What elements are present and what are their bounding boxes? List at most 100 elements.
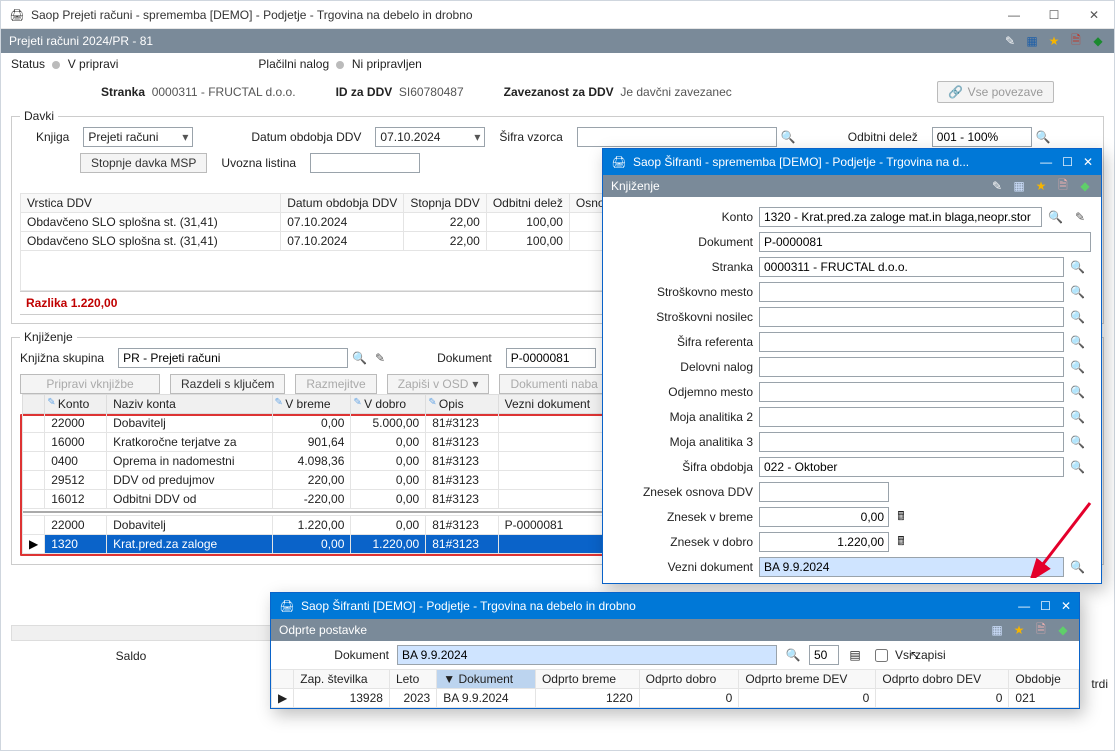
pagesize-input[interactable] (809, 645, 839, 665)
zb-input[interactable] (759, 507, 889, 527)
col-opis[interactable]: ✎ Opis (426, 395, 498, 414)
maximize-button[interactable]: ☐ (1040, 599, 1051, 613)
spinner-icon[interactable]: ▤ (847, 647, 863, 663)
tax-row[interactable]: Obdavčeno SLO splošna st. (31,41) 07.10.… (21, 232, 620, 251)
all-records-toggle[interactable]: Vsi zapisi ↖ (871, 646, 960, 665)
search-icon[interactable]: 🔍 (1064, 410, 1091, 424)
minimize-button[interactable]: — (1002, 8, 1026, 22)
group-lookup[interactable]: 🔍 ✎ (118, 348, 389, 368)
delete-doc-icon[interactable]: 🗎 (1033, 622, 1049, 638)
dokument-input[interactable] (759, 232, 1091, 252)
col-breme[interactable]: ✎ V breme (272, 395, 351, 414)
zd-input[interactable] (759, 532, 889, 552)
edit-icon[interactable]: ✎ (371, 351, 389, 365)
calculator-icon[interactable]: 🖩 (893, 534, 909, 550)
grid-icon[interactable]: ▦ (989, 622, 1005, 638)
alloc-button[interactable]: Razmejitve (295, 374, 376, 394)
dn-input[interactable] (759, 357, 1064, 377)
col-period[interactable]: Datum obdobja DDV (281, 194, 404, 213)
search-icon[interactable]: 🔍 (1032, 130, 1055, 144)
msp-rates-button[interactable]: Stopnje davka MSP (80, 153, 207, 173)
search-icon[interactable]: 🔍 (1064, 310, 1091, 324)
doc-input[interactable] (506, 348, 596, 368)
sm-input[interactable] (759, 282, 1064, 302)
search-icon[interactable]: 🔍 (1064, 385, 1091, 399)
ledger-row[interactable]: 22000Dobavitelj0,005.000,0081#3123 (23, 414, 618, 433)
col-ob[interactable]: Odprto breme (535, 670, 639, 689)
calculator-icon[interactable]: 🖩 (893, 509, 909, 525)
help-icon[interactable]: ◆ (1090, 33, 1106, 49)
col-rate[interactable]: Stopnja DDV (404, 194, 486, 213)
col-per[interactable]: Obdobje (1009, 670, 1079, 689)
col-dok[interactable]: ▼ Dokument (437, 670, 536, 689)
edit-icon[interactable]: ✎ (989, 178, 1005, 194)
ledger-row[interactable]: 22000Dobavitelj1.220,000,0081#3123P-0000… (23, 516, 618, 535)
open-items-grid[interactable]: Zap. številka Leto ▼ Dokument Odprto bre… (271, 669, 1079, 708)
col-dobro[interactable]: ✎ V dobro (351, 395, 426, 414)
search-icon[interactable]: 🔍 (1064, 435, 1091, 449)
period-combo[interactable]: 07.10.2024▾ (375, 127, 485, 147)
search-icon[interactable]: 🔍 (1064, 560, 1091, 574)
ma3-input[interactable] (759, 432, 1064, 452)
ma2-input[interactable] (759, 407, 1064, 427)
star-icon[interactable]: ★ (1046, 33, 1062, 49)
ledger-row[interactable]: 16012Odbitni DDV od-220,000,0081#3123 (23, 490, 618, 509)
zo-input[interactable] (759, 482, 889, 502)
osd-button[interactable]: Zapiši v OSD▾ (387, 374, 490, 394)
col-od[interactable]: Odprto dobro (639, 670, 739, 689)
help-icon[interactable]: ◆ (1077, 178, 1093, 194)
obd-input[interactable] (759, 457, 1064, 477)
konto-input[interactable] (759, 207, 1042, 227)
ledger-row-selected[interactable]: ▶1320Krat.pred.za zaloge0,001.220,0081#3… (23, 535, 618, 554)
col-obd[interactable]: Odprto breme DEV (739, 670, 876, 689)
maximize-button[interactable]: ☐ (1042, 8, 1066, 22)
col-naziv[interactable]: Naziv konta (107, 395, 272, 414)
group-input[interactable] (118, 348, 348, 368)
tax-grid[interactable]: Vrstica DDV Datum obdobja DDV Stopnja DD… (20, 193, 620, 291)
col-odd[interactable]: Odprto dobro DEV (876, 670, 1009, 689)
col-leto[interactable]: Leto (389, 670, 436, 689)
search-icon[interactable]: 🔍 (348, 351, 371, 365)
minimize-button[interactable]: — (1018, 599, 1030, 613)
all-checkbox[interactable] (875, 649, 888, 662)
search-icon[interactable]: 🔍 (1064, 335, 1091, 349)
deductible-input[interactable] (932, 127, 1032, 147)
ledger-row[interactable]: 0400Oprema in nadomestni4.098,360,0081#3… (23, 452, 618, 471)
search-icon[interactable]: 🔍 (1042, 210, 1069, 224)
tax-row[interactable]: Obdavčeno SLO splošna st. (31,41) 07.10.… (21, 213, 620, 232)
om-input[interactable] (759, 382, 1064, 402)
ledger-grid[interactable]: ✎ Konto Naziv konta ✎ V breme ✎ V dobro … (22, 394, 618, 554)
all-links-button[interactable]: 🔗 Vse povezave (937, 81, 1054, 103)
h-scrollbar[interactable] (11, 625, 271, 641)
open-items-row[interactable]: ▶ 13928 2023 BA 9.9.2024 1220 0 0 0 021 (272, 689, 1079, 708)
edit-icon[interactable]: ✎ (1069, 210, 1091, 224)
prepare-button[interactable]: Pripravi vknjižbe (20, 374, 160, 394)
grid-icon[interactable]: ▦ (1024, 33, 1040, 49)
import-input[interactable] (310, 153, 420, 173)
grid-icon[interactable]: ▦ (1011, 178, 1027, 194)
book-combo[interactable]: Prejeti računi▾ (83, 127, 193, 147)
dlg2-doc-input[interactable] (397, 645, 777, 665)
maximize-button[interactable]: ☐ (1062, 155, 1073, 169)
split-button[interactable]: Razdeli s ključem (170, 374, 285, 394)
col-ded[interactable]: Odbitni delež (486, 194, 569, 213)
help-icon[interactable]: ◆ (1055, 622, 1071, 638)
ref-input[interactable] (759, 332, 1064, 352)
star-icon[interactable]: ★ (1033, 178, 1049, 194)
ledger-row[interactable]: 16000Kratkoročne terjatve za901,640,0081… (23, 433, 618, 452)
close-button[interactable]: ✕ (1082, 8, 1106, 22)
col-line[interactable]: Vrstica DDV (21, 194, 281, 213)
star-icon[interactable]: ★ (1011, 622, 1027, 638)
stranka-input[interactable] (759, 257, 1064, 277)
pattern-input[interactable] (577, 127, 777, 147)
delete-doc-icon[interactable]: 🗎 (1068, 33, 1084, 49)
search-icon[interactable]: 🔍 (1064, 460, 1091, 474)
col-vezni[interactable]: Vezni dokument (498, 395, 617, 414)
close-button[interactable]: ✕ (1083, 155, 1093, 169)
pattern-lookup[interactable]: 🔍 (577, 127, 800, 147)
search-icon[interactable]: 🔍 (785, 647, 801, 663)
ledger-row[interactable]: 29512DDV od predujmov220,000,0081#3123 (23, 471, 618, 490)
close-button[interactable]: ✕ (1061, 599, 1071, 613)
search-icon[interactable]: 🔍 (1064, 260, 1091, 274)
deductible-lookup[interactable]: 🔍 (932, 127, 1055, 147)
